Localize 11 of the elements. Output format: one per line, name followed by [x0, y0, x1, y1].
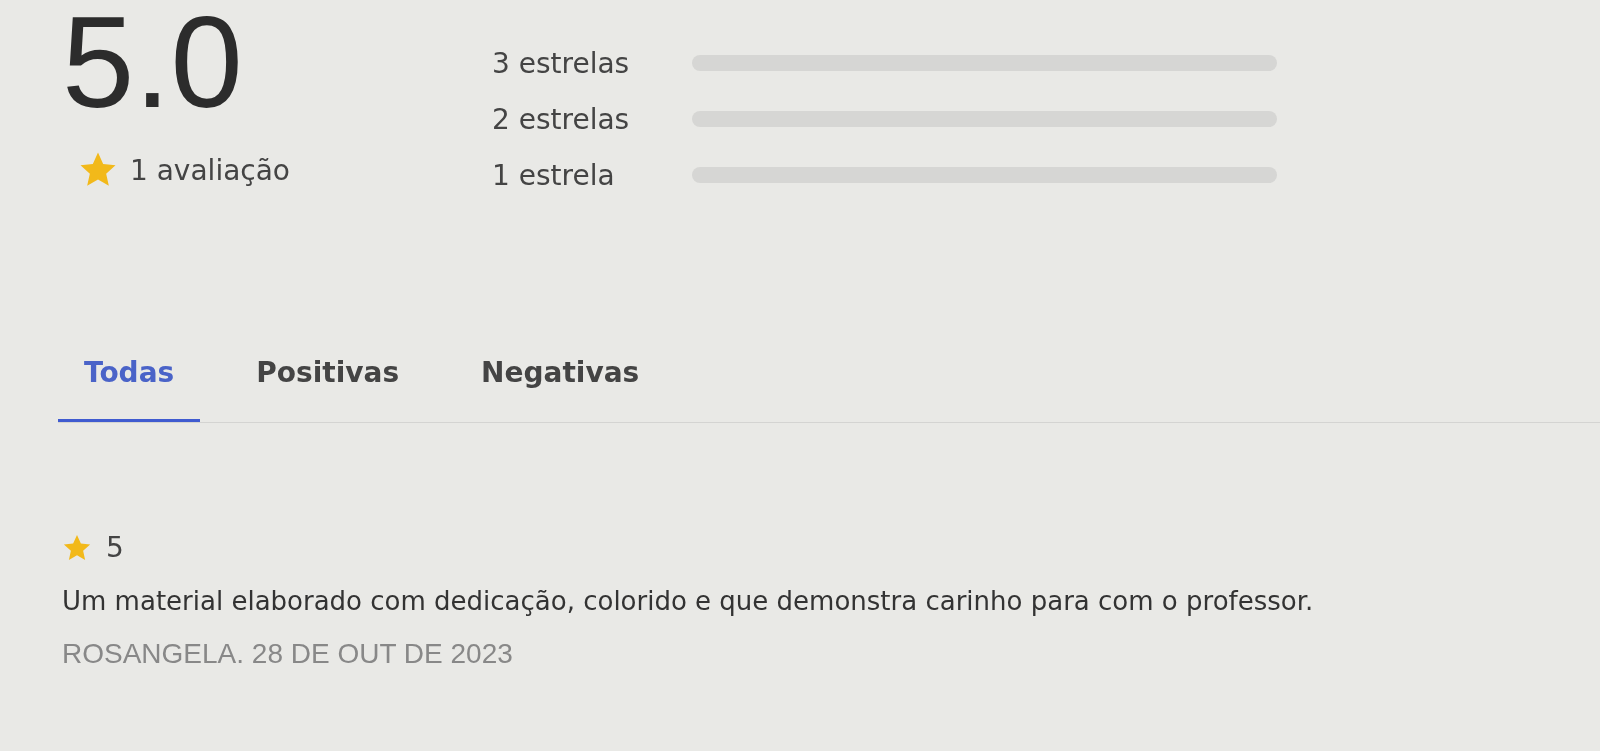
review-text: Um material elaborado com dedicação, colorido e que demonstra carinho para com o professor.	[62, 586, 1315, 616]
review-rating: 5	[106, 531, 124, 564]
star-level-label: 2 estrelas	[492, 102, 631, 136]
review-author-date: ROSANGELA. 28 DE OUT DE 2023	[62, 638, 514, 670]
filter-tab[interactable]: Todas	[58, 340, 201, 422]
average-rating: 5.0	[62, 6, 243, 118]
star-level-label: 3 estrelas	[492, 46, 631, 80]
filter-tab[interactable]: Negativas	[455, 340, 666, 422]
star-level-label: 1 estrela	[492, 158, 616, 192]
filter-tab[interactable]: Positivas	[230, 340, 426, 422]
review-count: 1 avaliação	[130, 153, 290, 187]
